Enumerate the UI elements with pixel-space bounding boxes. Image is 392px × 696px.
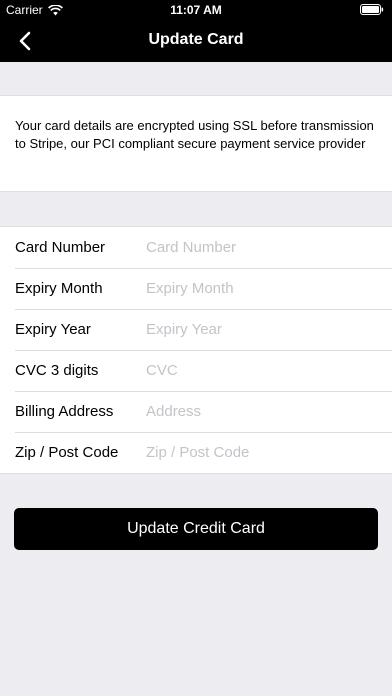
expiry-year-row: Expiry Year xyxy=(0,309,392,350)
status-bar: Carrier 11:07 AM xyxy=(0,0,392,20)
expiry-year-input[interactable] xyxy=(146,321,376,338)
zip-code-row: Zip / Post Code xyxy=(0,432,392,473)
billing-address-input[interactable] xyxy=(146,403,376,420)
zip-code-label: Zip / Post Code xyxy=(15,444,119,461)
page-title: Update Card xyxy=(148,31,244,48)
card-number-row: Card Number xyxy=(0,227,392,268)
expiry-year-label: Expiry Year xyxy=(15,321,91,338)
battery-icon xyxy=(360,4,384,15)
encryption-notice: Your card details are encrypted using SS… xyxy=(0,95,392,192)
navigation-bar: Update Card xyxy=(0,20,392,62)
cvc-input[interactable] xyxy=(146,362,376,379)
cvc-row: CVC 3 digits xyxy=(0,350,392,391)
update-credit-card-button[interactable]: Update Credit Card xyxy=(14,508,378,550)
zip-code-input[interactable] xyxy=(146,444,376,461)
expiry-month-label: Expiry Month xyxy=(15,280,103,297)
expiry-month-row: Expiry Month xyxy=(0,268,392,309)
card-form: Card Number Expiry Month Expiry Year CVC… xyxy=(0,226,392,474)
billing-address-row: Billing Address xyxy=(0,391,392,432)
card-number-label: Card Number xyxy=(15,239,106,256)
billing-address-label: Billing Address xyxy=(15,403,114,420)
top-bar: Carrier 11:07 AM Update Card xyxy=(0,0,392,62)
card-number-input[interactable] xyxy=(146,239,376,256)
cvc-label: CVC 3 digits xyxy=(15,362,99,379)
encryption-notice-text: Your card details are encrypted using SS… xyxy=(15,118,374,151)
status-time: 11:07 AM xyxy=(170,3,222,17)
expiry-month-input[interactable] xyxy=(146,280,376,297)
